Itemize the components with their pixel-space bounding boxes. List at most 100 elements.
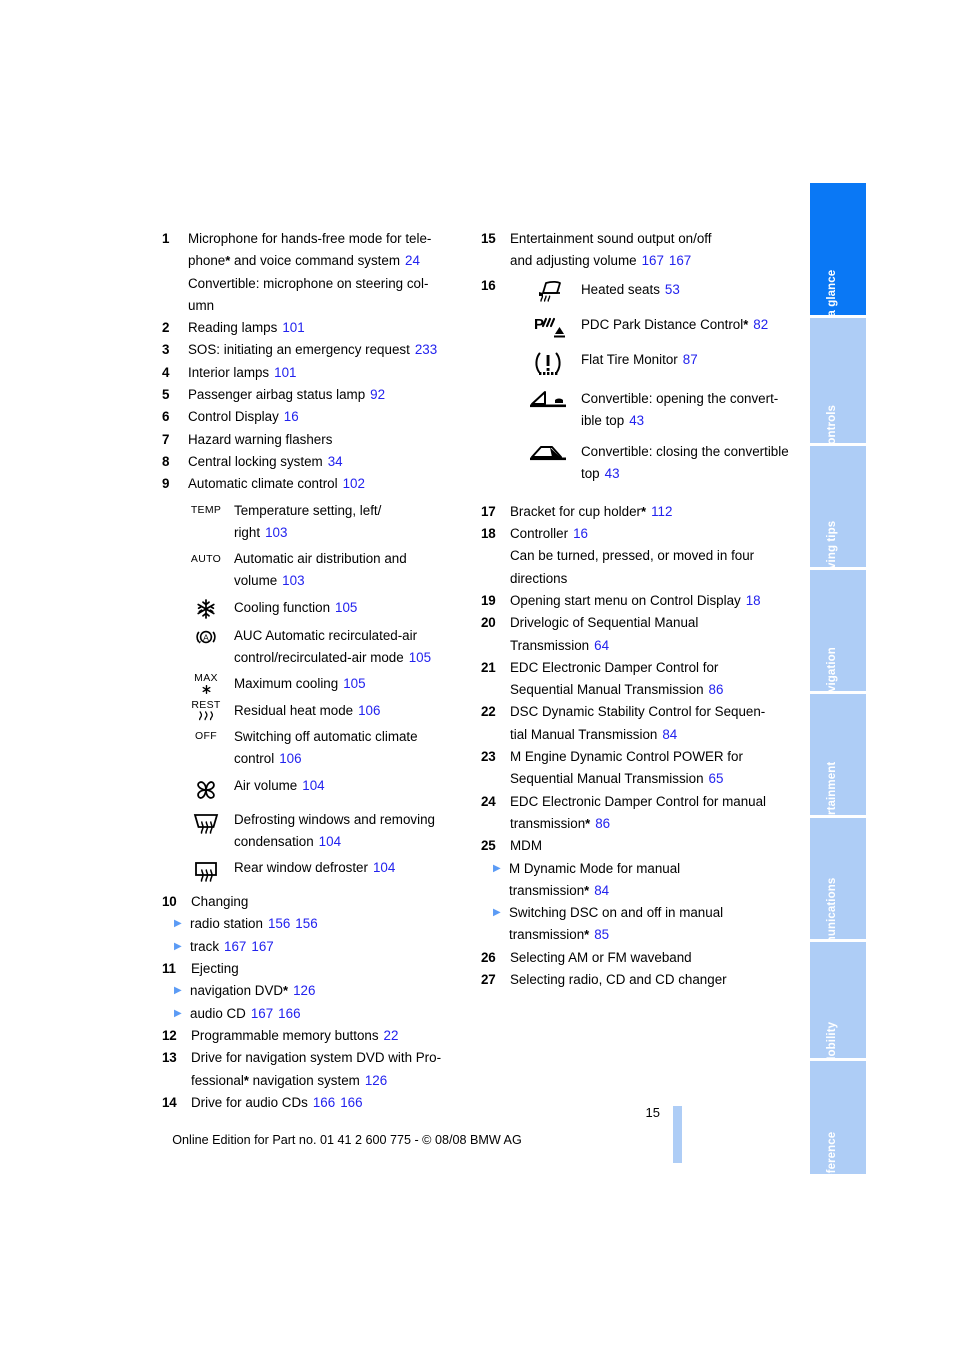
page-ref[interactable]: 166 [340,1095,362,1110]
page-ref[interactable]: 103 [265,525,287,540]
page-ref[interactable]: 64 [594,638,609,653]
page-ref[interactable]: 16 [284,409,299,424]
page-ref[interactable]: 106 [358,703,380,718]
page-ref[interactable]: 86 [595,816,610,831]
page-ref[interactable]: 167 [251,939,273,954]
page-ref[interactable]: 18 [746,593,761,608]
row-text: AUC Automatic recirculated-air control/r… [234,627,432,666]
item-line: umn [188,297,215,313]
tab-label: Driving tips [826,520,838,567]
page-ref[interactable]: 43 [605,466,620,481]
page-ref[interactable]: 104 [319,834,341,849]
sidebar-item-communications[interactable]: Communications [810,818,866,939]
convertible-top-close-icon [517,441,579,463]
page-ref[interactable]: 167 [224,939,246,954]
page-ref[interactable]: 24 [405,253,420,268]
sidebar-item-driving-tips[interactable]: Driving tips [810,446,866,567]
item-number: 15 [481,231,496,246]
item-body: Control Display 16 [188,406,482,428]
row-text: Defrosting windows and removing condensa… [234,811,435,849]
item-label: Interior lamps [188,364,270,380]
page-ref[interactable]: 156 [295,916,317,931]
sidebar-item-mobility[interactable]: Mobility [810,942,866,1058]
item-number: 16 [481,277,496,293]
row-convertible-close: Convertible: closing the convertible top… [517,441,801,486]
item-body: Opening start menu on Control Display 18 [510,592,761,608]
climate-row-cooling: Cooling function 105 [180,597,482,621]
option-asterisk: * [283,983,289,999]
page-ref[interactable]: 106 [279,751,301,766]
page-ref[interactable]: 101 [274,365,296,380]
sub-item-track: ▶ track 167 167 [174,936,482,958]
climate-row-temp: TEMP Temperature setting, left/ right 103 [180,500,482,545]
bullet-triangle-icon: ▶ [174,940,182,952]
sidebar-item-reference[interactable]: Reference [810,1061,866,1174]
list-item-27: 27 Selecting radio, CD and CD changer [481,969,801,991]
list-item-26: 26 Selecting AM or FM waveband [481,947,801,969]
windshield-defroster-icon [180,809,232,837]
item-body: Selecting AM or FM waveband [510,949,692,965]
page-ref[interactable]: 166 [313,1095,335,1110]
page-ref[interactable]: 126 [365,1073,387,1088]
page-ref[interactable]: 101 [282,320,304,335]
page-ref[interactable]: 105 [335,600,357,615]
temp-label-icon: TEMP [190,504,222,517]
row-text: Rear window defroster 104 [234,860,396,876]
page-ref[interactable]: 105 [409,650,431,665]
page-ref[interactable]: 53 [665,282,680,297]
sidebar-item-navigation[interactable]: Navigation [810,570,866,691]
page-ref[interactable]: 86 [709,682,724,697]
item-body: Drive for audio CDs 166 166 [191,1094,363,1110]
page-ref[interactable]: 167 [251,1006,273,1021]
list-item-1: 1 Microphone for hands-free mode for tel… [162,228,482,317]
page-ref[interactable]: 166 [278,1006,300,1021]
left-column: 1 Microphone for hands-free mode for tel… [162,228,482,1114]
climate-row-air-volume: Air volume 104 [180,775,482,805]
item-body: Selecting radio, CD and CD changer [510,972,727,988]
page-ref[interactable]: 104 [302,778,324,793]
row-text: Cooling function 105 [234,599,358,615]
bullet-triangle-icon: ▶ [493,862,501,874]
page-ref[interactable]: 112 [651,504,672,519]
max-cooling-icon: MAX [180,673,232,695]
page-ref[interactable]: 126 [293,983,315,998]
page-ref[interactable]: 65 [709,771,724,786]
option-asterisk: * [584,927,590,943]
convertible-top-open-icon [517,388,579,410]
page-ref[interactable]: 85 [594,927,609,942]
page-ref[interactable]: 87 [683,352,698,367]
page-ref[interactable]: 156 [268,916,290,931]
page-ref[interactable]: 233 [415,342,437,357]
auto-label-icon: AUTO [190,552,222,565]
page-ref[interactable]: 22 [384,1028,399,1043]
page-ref[interactable]: 92 [370,387,385,402]
manual-page: 1 Microphone for hands-free mode for tel… [0,0,954,1350]
page-ref[interactable]: 34 [328,454,343,469]
option-asterisk: * [585,815,591,831]
item-number: 1 [162,231,170,246]
sidebar-item-at-a-glance[interactable]: At a glance [810,183,866,315]
page-ref[interactable]: 43 [629,413,644,428]
right-column: 15 Entertainment sound output on/off and… [481,228,801,991]
page-ref[interactable]: 82 [753,317,768,332]
sidebar-item-entertainment[interactable]: Entertainment [810,694,866,815]
page-ref[interactable]: 167 [642,253,664,268]
page-ref[interactable]: 84 [594,883,609,898]
page-ref[interactable]: 105 [343,676,365,691]
item-number: 8 [162,453,170,469]
page-ref[interactable]: 103 [282,573,304,588]
fan-icon [180,775,232,805]
row-text: Temperature setting, left/ right 103 [234,502,382,540]
page-ref[interactable]: 104 [373,860,395,875]
item-body: Drive for navigation system DVD with Pro… [191,1050,442,1088]
sidebar-item-controls[interactable]: Controls [810,318,866,443]
page-ref[interactable]: 84 [662,727,677,742]
page-ref[interactable]: 102 [343,476,365,491]
page-ref[interactable]: 16 [573,526,588,541]
tab-label: Mobility [826,1021,838,1058]
list-item-13: 13 Drive for navigation system DVD with … [162,1047,482,1092]
sub-text: M Dynamic Mode for manual transmission* 8… [509,860,681,898]
page-ref[interactable]: 167 [669,253,691,268]
item-body: DSC Dynamic Stability Control for Sequen… [510,704,766,742]
item-body: Microphone for hands-free mode for tele-… [188,228,482,317]
